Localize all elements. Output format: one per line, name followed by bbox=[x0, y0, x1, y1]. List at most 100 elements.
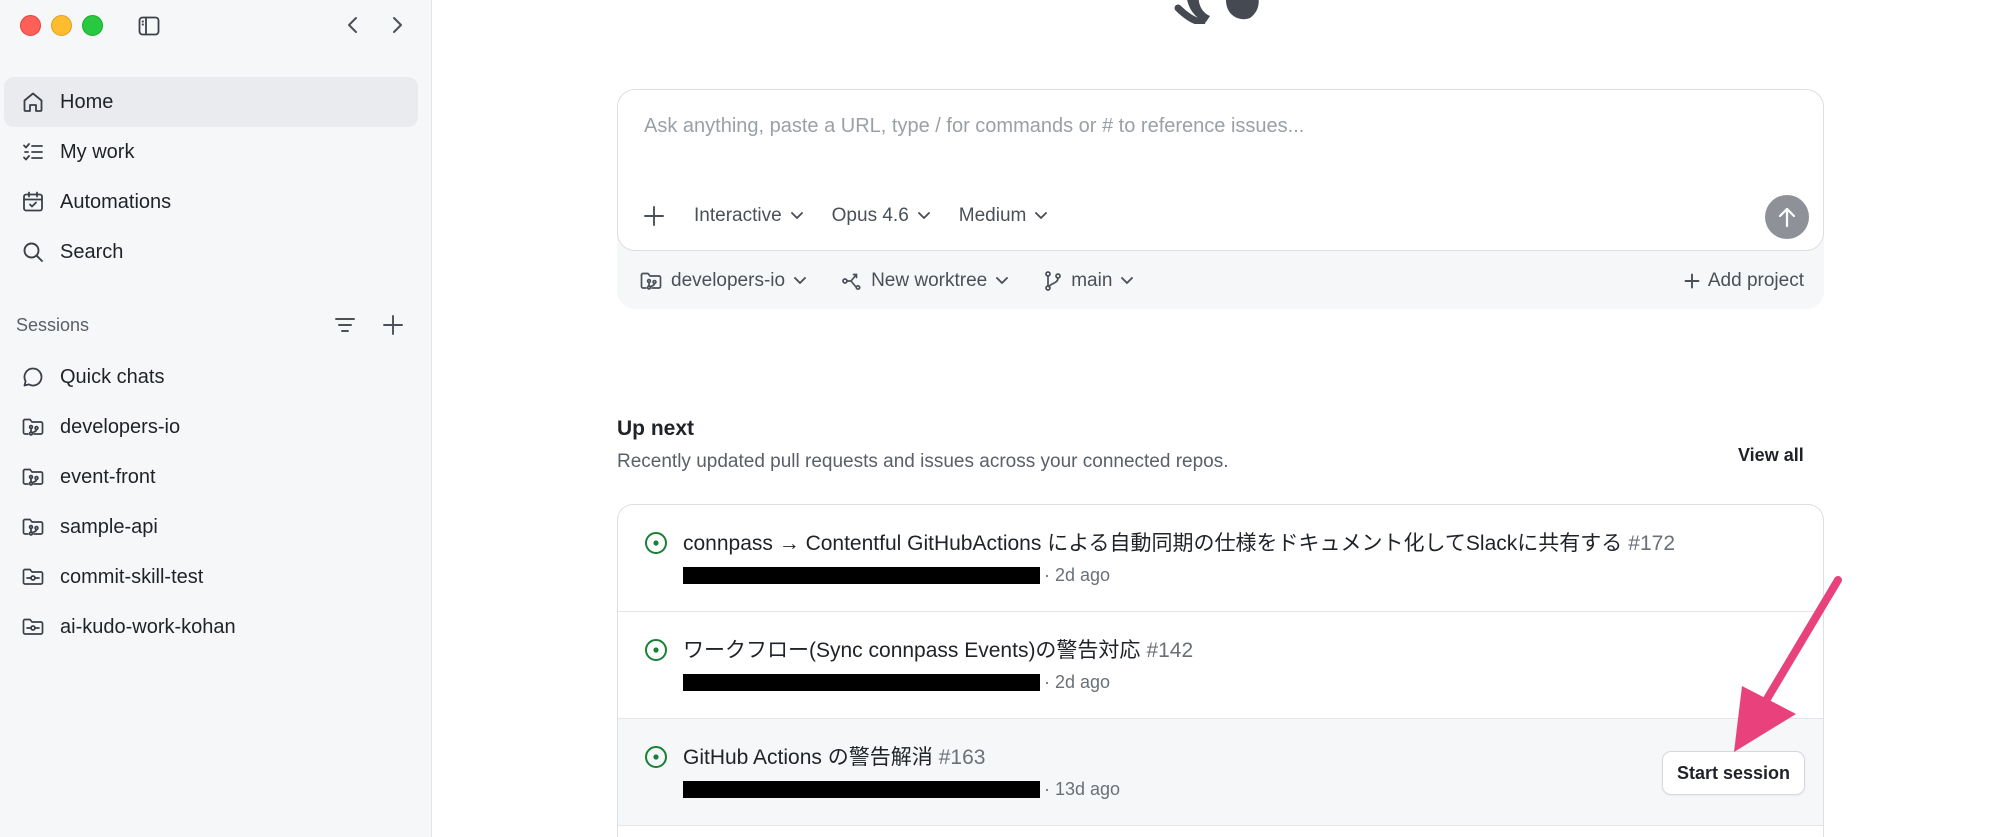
prompt-input[interactable] bbox=[644, 115, 1744, 138]
issue-meta: · 2d ago bbox=[683, 672, 1110, 693]
chevron-down-icon bbox=[793, 276, 807, 286]
repo-folder-icon bbox=[639, 269, 663, 293]
repo-folder-icon bbox=[20, 414, 46, 440]
start-session-button[interactable]: Start session bbox=[1661, 751, 1805, 795]
issue-number: #142 bbox=[1146, 639, 1194, 662]
nav-automations[interactable]: Automations bbox=[4, 177, 418, 227]
issue-number: #172 bbox=[1628, 532, 1675, 555]
arrow-up-icon bbox=[1778, 207, 1796, 228]
issue-title-text: connpass → Contentful GitHubActions による自… bbox=[683, 532, 1623, 555]
attach-plus-icon[interactable] bbox=[640, 202, 668, 230]
nav-search[interactable]: Search bbox=[4, 227, 418, 277]
issue-updated: · 13d ago bbox=[1044, 779, 1121, 799]
effort-dropdown[interactable]: Medium bbox=[959, 205, 1049, 227]
effort-value: Medium bbox=[958, 205, 1027, 226]
search-icon bbox=[20, 239, 46, 265]
session-label: Quick chats bbox=[60, 365, 165, 388]
composer-toolbar: Interactive Opus 4.6 Medium bbox=[640, 202, 1076, 230]
chevron-down-icon bbox=[1120, 276, 1134, 286]
worktree-dropdown[interactable]: New worktree bbox=[841, 270, 1009, 292]
up-next-subtitle: Recently updated pull requests and issue… bbox=[617, 451, 1229, 472]
project-dropdown[interactable]: developers-io bbox=[639, 269, 807, 293]
issue-row[interactable]: ワークフロー(Sync connpass Events)の警告対応 #142 · … bbox=[618, 612, 1823, 719]
composer-container: Interactive Opus 4.6 Medium developers-i… bbox=[617, 89, 1824, 309]
mode-dropdown[interactable]: Interactive bbox=[694, 205, 804, 227]
redacted-block bbox=[683, 567, 1040, 584]
nav-search-label: Search bbox=[60, 240, 124, 263]
session-label: developers-io bbox=[60, 415, 181, 438]
back-arrow-icon[interactable] bbox=[340, 11, 366, 39]
add-project-label: Add project bbox=[1707, 270, 1804, 291]
chevron-down-icon bbox=[1034, 211, 1048, 221]
commit-folder-icon bbox=[20, 564, 46, 590]
nav-my-work[interactable]: My work bbox=[4, 127, 418, 177]
view-all-button[interactable]: View all bbox=[1738, 445, 1804, 466]
close-window-button[interactable] bbox=[20, 15, 41, 36]
commit-folder-icon bbox=[20, 614, 46, 640]
issue-row[interactable]: connpass → Contentful GitHubActions による自… bbox=[618, 505, 1823, 612]
redacted-block bbox=[683, 781, 1040, 798]
nav-home-label: Home bbox=[60, 90, 114, 113]
history-navigation bbox=[340, 11, 410, 39]
worktree-value: New worktree bbox=[871, 270, 988, 291]
minimize-window-button[interactable] bbox=[51, 15, 72, 36]
session-label: ai-kudo-work-kohan bbox=[60, 615, 236, 638]
sidebar: Home My work Automations Search Sessions… bbox=[0, 0, 432, 837]
session-quick-chats[interactable]: Quick chats bbox=[4, 352, 418, 402]
chevron-down-icon bbox=[917, 211, 931, 221]
model-value: Opus 4.6 bbox=[831, 205, 909, 226]
open-issue-icon bbox=[645, 639, 667, 661]
project-value: developers-io bbox=[671, 270, 786, 291]
issue-updated: · 2d ago bbox=[1044, 672, 1111, 692]
composer-footer: developers-io New worktree main Add proj… bbox=[639, 267, 1804, 295]
issue-title: ワークフロー(Sync connpass Events)の警告対応 #142 bbox=[683, 634, 1193, 664]
open-issue-icon bbox=[645, 532, 667, 554]
issue-meta: · 13d ago bbox=[683, 779, 1120, 800]
repo-folder-icon bbox=[20, 514, 46, 540]
session-sample-api[interactable]: sample-api bbox=[4, 502, 418, 552]
add-project-button[interactable]: Add project bbox=[1684, 270, 1804, 292]
issue-meta: · 2d ago bbox=[683, 565, 1110, 586]
session-label: commit-skill-test bbox=[60, 565, 204, 588]
worktree-icon bbox=[841, 270, 863, 292]
chat-bubble-icon bbox=[20, 364, 46, 390]
git-branch-icon bbox=[1043, 270, 1063, 292]
nav-my-work-label: My work bbox=[60, 140, 135, 163]
window-controls bbox=[20, 15, 103, 36]
sidebar-toggle-icon[interactable] bbox=[136, 13, 162, 39]
session-developers-io[interactable]: developers-io bbox=[4, 402, 418, 452]
branch-value: main bbox=[1071, 270, 1113, 291]
session-event-front[interactable]: event-front bbox=[4, 452, 418, 502]
session-commit-skill-test[interactable]: commit-skill-test bbox=[4, 552, 418, 602]
issue-title: GitHub Actions の警告解消 #163 bbox=[683, 741, 985, 771]
plus-icon bbox=[1684, 273, 1700, 289]
issue-number: #163 bbox=[938, 746, 986, 769]
issue-title: connpass → Contentful GitHubActions による自… bbox=[683, 527, 1675, 557]
nav-home[interactable]: Home bbox=[4, 77, 418, 127]
issue-title-text: GitHub Actions の警告解消 bbox=[683, 746, 933, 769]
sessions-header: Sessions bbox=[16, 312, 406, 338]
checklist-icon bbox=[20, 139, 46, 165]
issue-row[interactable]: GitHub Actions の警告解消 #163 · 13d ago Start… bbox=[618, 719, 1823, 826]
session-label: event-front bbox=[60, 465, 156, 488]
filter-icon[interactable] bbox=[332, 312, 358, 338]
new-session-plus-icon[interactable] bbox=[380, 312, 406, 338]
mode-value: Interactive bbox=[694, 205, 782, 226]
home-icon bbox=[20, 89, 46, 115]
session-label: sample-api bbox=[60, 515, 158, 538]
issue-list: connpass → Contentful GitHubActions による自… bbox=[617, 504, 1824, 837]
up-next-title: Up next bbox=[617, 417, 695, 440]
repo-folder-icon bbox=[20, 464, 46, 490]
forward-arrow-icon[interactable] bbox=[384, 11, 410, 39]
model-dropdown[interactable]: Opus 4.6 bbox=[832, 205, 931, 227]
nav-automations-label: Automations bbox=[60, 190, 172, 213]
zoom-window-button[interactable] bbox=[82, 15, 103, 36]
issue-updated: · 2d ago bbox=[1044, 565, 1111, 585]
send-button[interactable] bbox=[1765, 195, 1809, 239]
issue-title-text: ワークフロー(Sync connpass Events)の警告対応 bbox=[683, 639, 1141, 662]
open-issue-icon bbox=[645, 746, 667, 768]
session-ai-kudo-work-kohan[interactable]: ai-kudo-work-kohan bbox=[4, 602, 418, 652]
redacted-block bbox=[683, 674, 1040, 691]
branch-dropdown[interactable]: main bbox=[1043, 270, 1134, 292]
sessions-label: Sessions bbox=[16, 314, 90, 335]
